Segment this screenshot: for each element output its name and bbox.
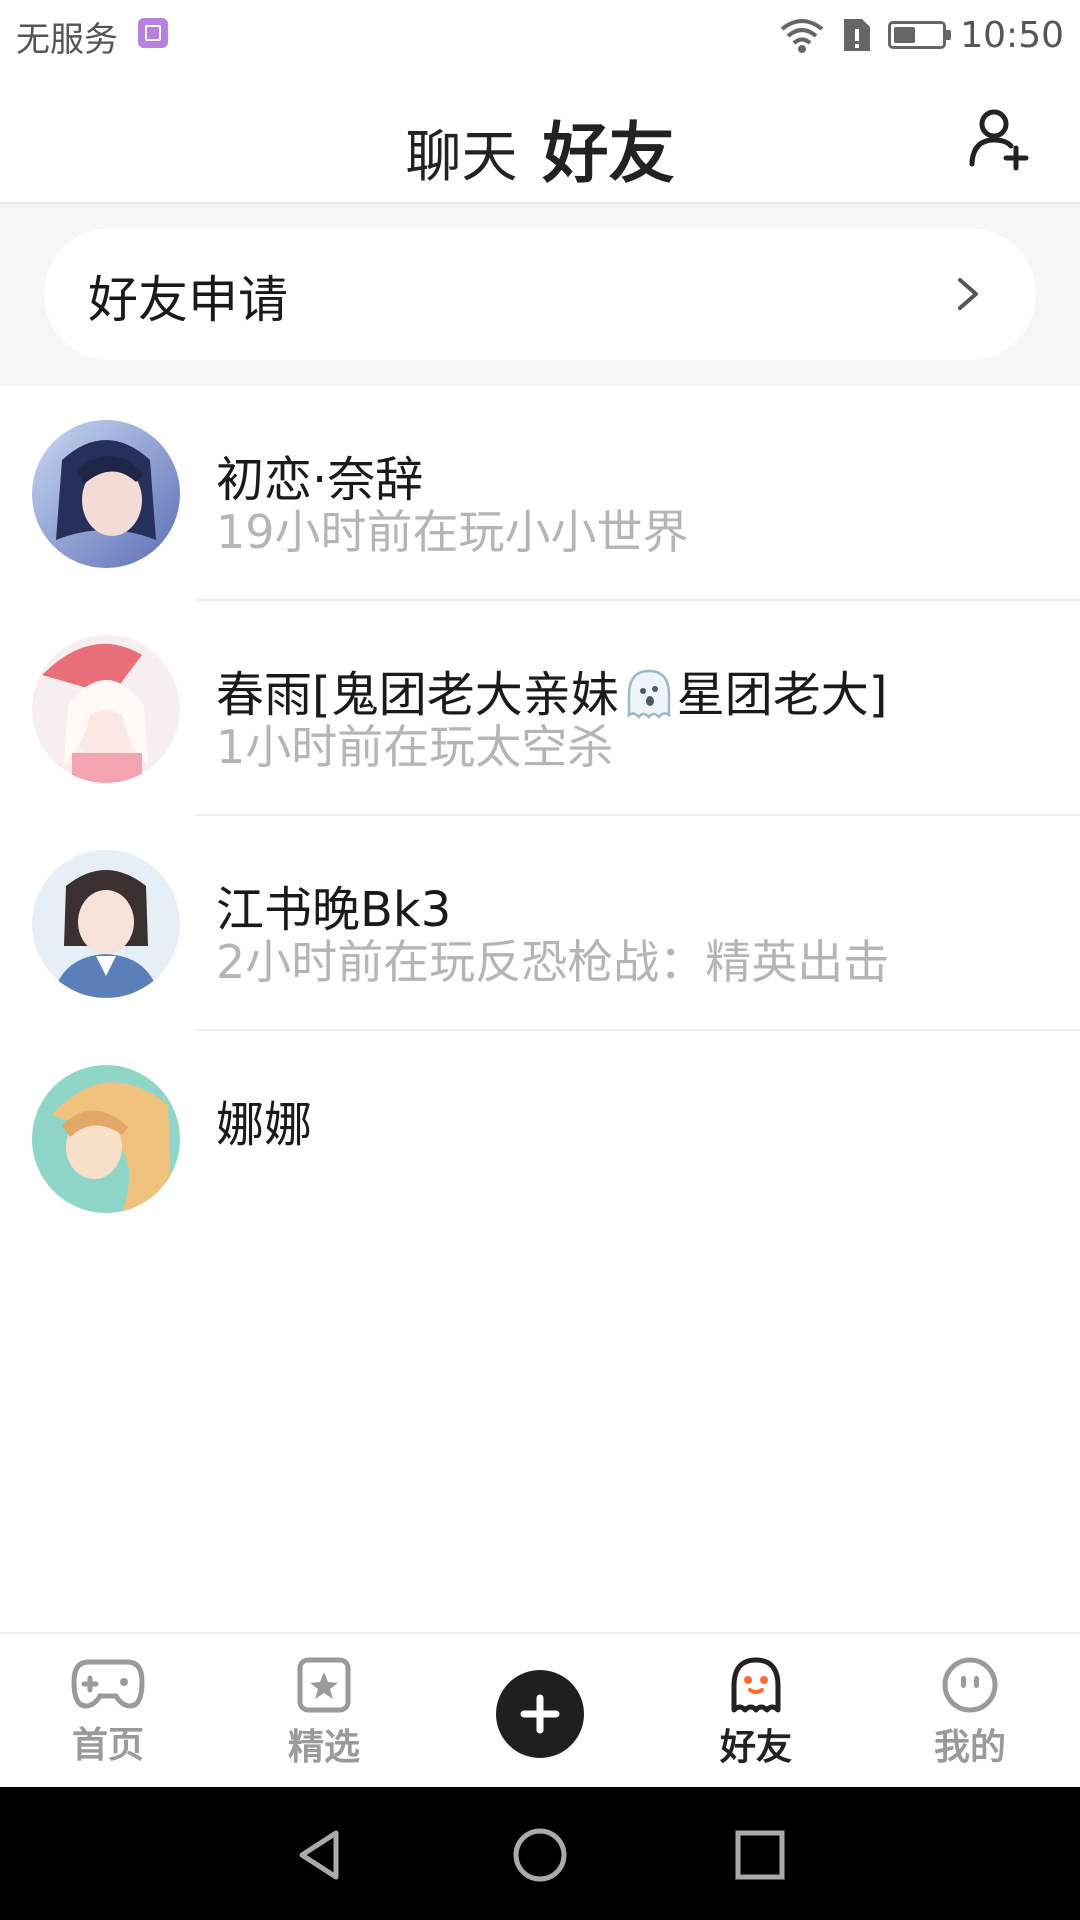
nav-friends[interactable]: 好友 xyxy=(686,1656,826,1776)
create-button[interactable] xyxy=(496,1670,584,1758)
friend-name-part: 星团老大] xyxy=(676,667,888,723)
avatar xyxy=(32,1065,180,1213)
carrier-text: 无服务 xyxy=(16,20,118,60)
friend-status: 1小时前在玩太空杀 xyxy=(216,720,614,774)
nav-home-label: 首页 xyxy=(71,1725,144,1766)
gamepad-icon xyxy=(71,1659,145,1709)
top-tabs: 聊天 好友 xyxy=(0,100,1080,236)
top-header: 聊天 好友 xyxy=(0,70,1080,236)
battery-icon xyxy=(888,21,952,49)
friend-status: 2小时前在玩反恐枪战：精英出击 xyxy=(216,935,890,989)
chevron-right-icon xyxy=(958,278,978,310)
plus-icon xyxy=(520,1694,560,1734)
friend-status: 19小时前在玩小小世界 xyxy=(216,505,689,559)
friend-row[interactable]: 江书晚Bk3 2小时前在玩反恐枪战：精英出击 xyxy=(0,816,1080,1031)
ghost-icon xyxy=(731,1657,781,1713)
tab-friends-label: 好友 xyxy=(542,115,675,192)
nav-mine-label: 我的 xyxy=(933,1727,1006,1768)
nav-featured-label: 精选 xyxy=(287,1727,360,1768)
status-indicators: 10:50 xyxy=(778,12,1064,58)
avatar xyxy=(32,420,180,568)
add-friend-button[interactable] xyxy=(966,106,1036,172)
star-card-icon xyxy=(297,1657,351,1713)
avatar xyxy=(32,635,180,783)
friend-request-label: 好友申请 xyxy=(88,271,288,329)
ghost-emoji-icon xyxy=(627,669,670,719)
home-circle-icon[interactable] xyxy=(510,1825,570,1885)
friend-request-button[interactable]: 好友申请 xyxy=(44,228,1036,360)
friend-list: 初恋·奈辞 19小时前在玩小小世界 春雨[鬼团老大亲妹 星团老大] 1小时前在玩… xyxy=(0,386,1080,1246)
smiley-face-icon xyxy=(942,1657,998,1713)
clock: 10:50 xyxy=(960,14,1064,56)
friend-name: 娜娜 xyxy=(216,1097,313,1153)
sim-alert-icon xyxy=(844,19,871,51)
tab-chat[interactable]: 聊天 xyxy=(405,112,517,193)
friend-row[interactable]: 娜娜 xyxy=(0,1031,1080,1246)
friend-request-section: 好友申请 xyxy=(0,204,1080,386)
nav-mine[interactable]: 我的 xyxy=(900,1656,1040,1776)
nav-featured[interactable]: 精选 xyxy=(254,1656,394,1776)
status-bar: 无服务 10:50 xyxy=(0,0,1080,70)
tab-friends[interactable]: 好友 xyxy=(542,100,675,236)
avatar xyxy=(32,850,180,998)
system-navigation-bar xyxy=(0,1787,1080,1920)
person-add-icon xyxy=(969,109,1029,171)
nav-friends-label: 好友 xyxy=(720,1718,792,1772)
wifi-icon xyxy=(781,19,824,53)
back-triangle-icon[interactable] xyxy=(290,1825,350,1885)
friend-row[interactable]: 春雨[鬼团老大亲妹 星团老大] 1小时前在玩太空杀 xyxy=(0,601,1080,816)
nav-home[interactable]: 首页 xyxy=(38,1656,178,1776)
gallery-notification-icon xyxy=(138,18,168,48)
battery-level xyxy=(894,27,916,43)
bottom-navigation: 首页 精选 好友 我的 xyxy=(0,1632,1080,1787)
friend-row[interactable]: 初恋·奈辞 19小时前在玩小小世界 xyxy=(0,386,1080,601)
recents-square-icon[interactable] xyxy=(730,1825,790,1885)
